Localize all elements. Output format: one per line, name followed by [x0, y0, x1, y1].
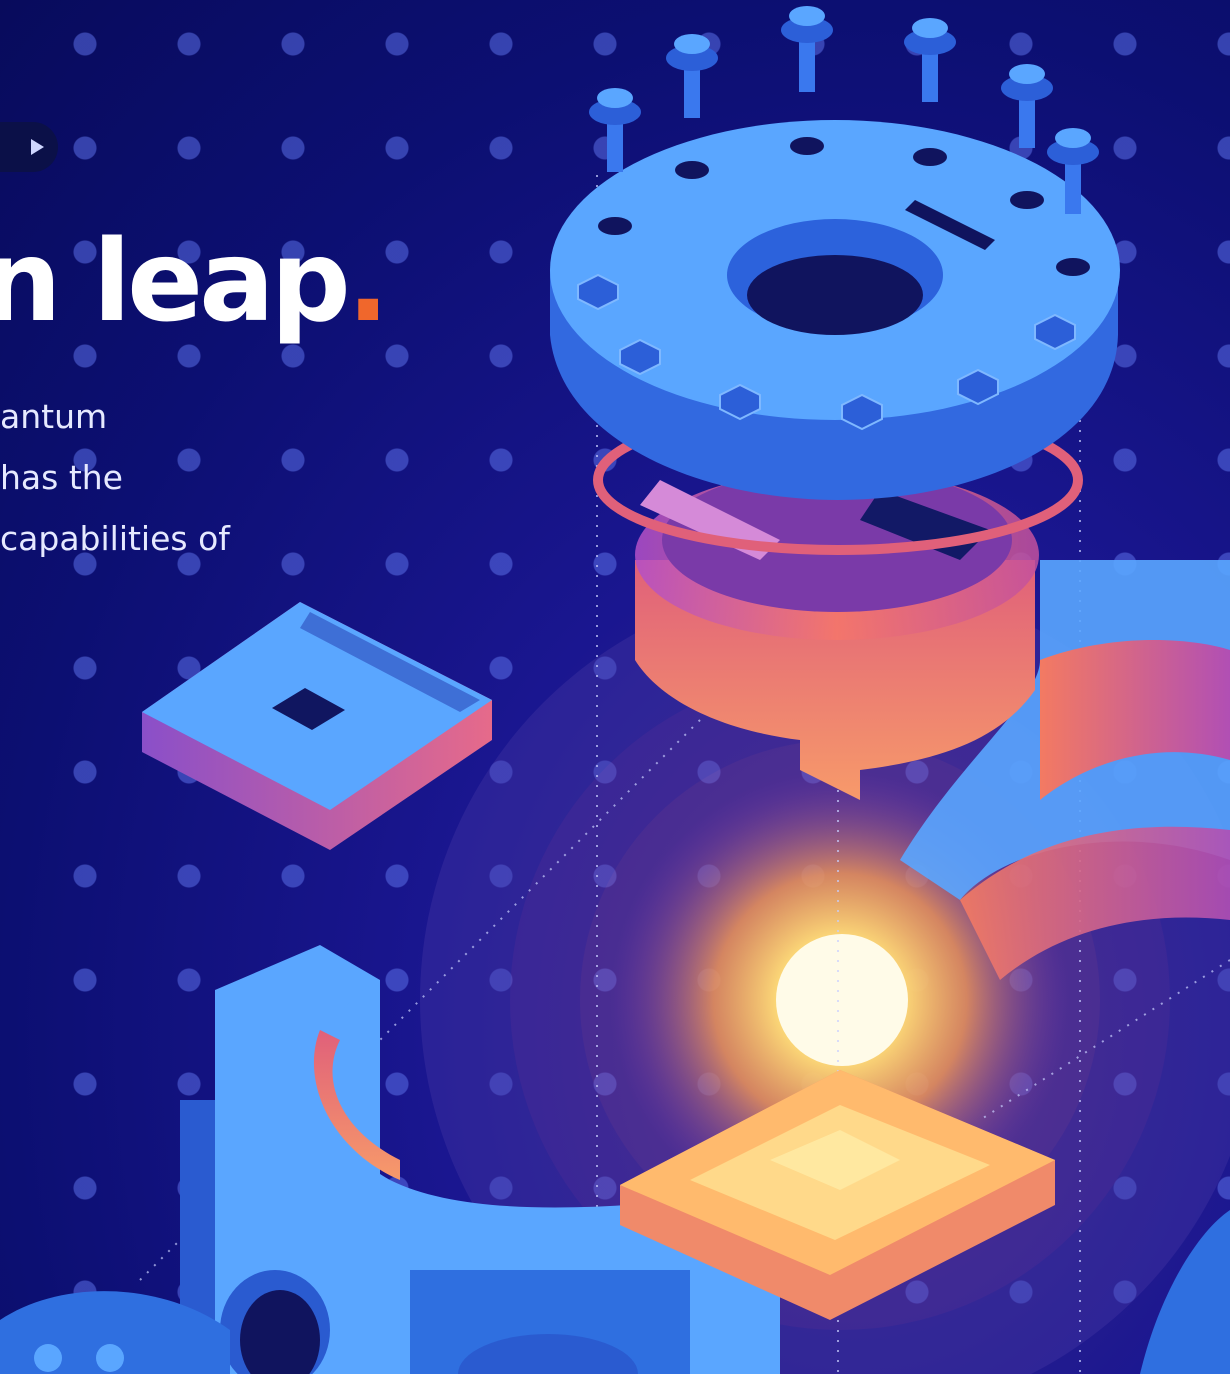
- headline-accent-dot: .: [346, 217, 390, 347]
- play-icon: [31, 139, 44, 155]
- hero-description: antum has the capabilities of: [0, 386, 300, 569]
- hero-section: n leap. antum has the capabilities of: [0, 0, 1230, 1374]
- qubit-core: [776, 934, 908, 1066]
- top-flange-plate: [550, 120, 1120, 500]
- headline-text: n leap: [0, 217, 351, 347]
- floating-chip-card: [142, 602, 492, 850]
- quantum-chip-assembly-illustration: [0, 6, 1230, 1374]
- hero-headline: n leap.: [0, 217, 390, 347]
- description-line: capabilities of: [0, 519, 230, 558]
- description-line: has the: [0, 458, 123, 497]
- play-video-button[interactable]: [0, 122, 58, 172]
- description-line: antum: [0, 397, 108, 436]
